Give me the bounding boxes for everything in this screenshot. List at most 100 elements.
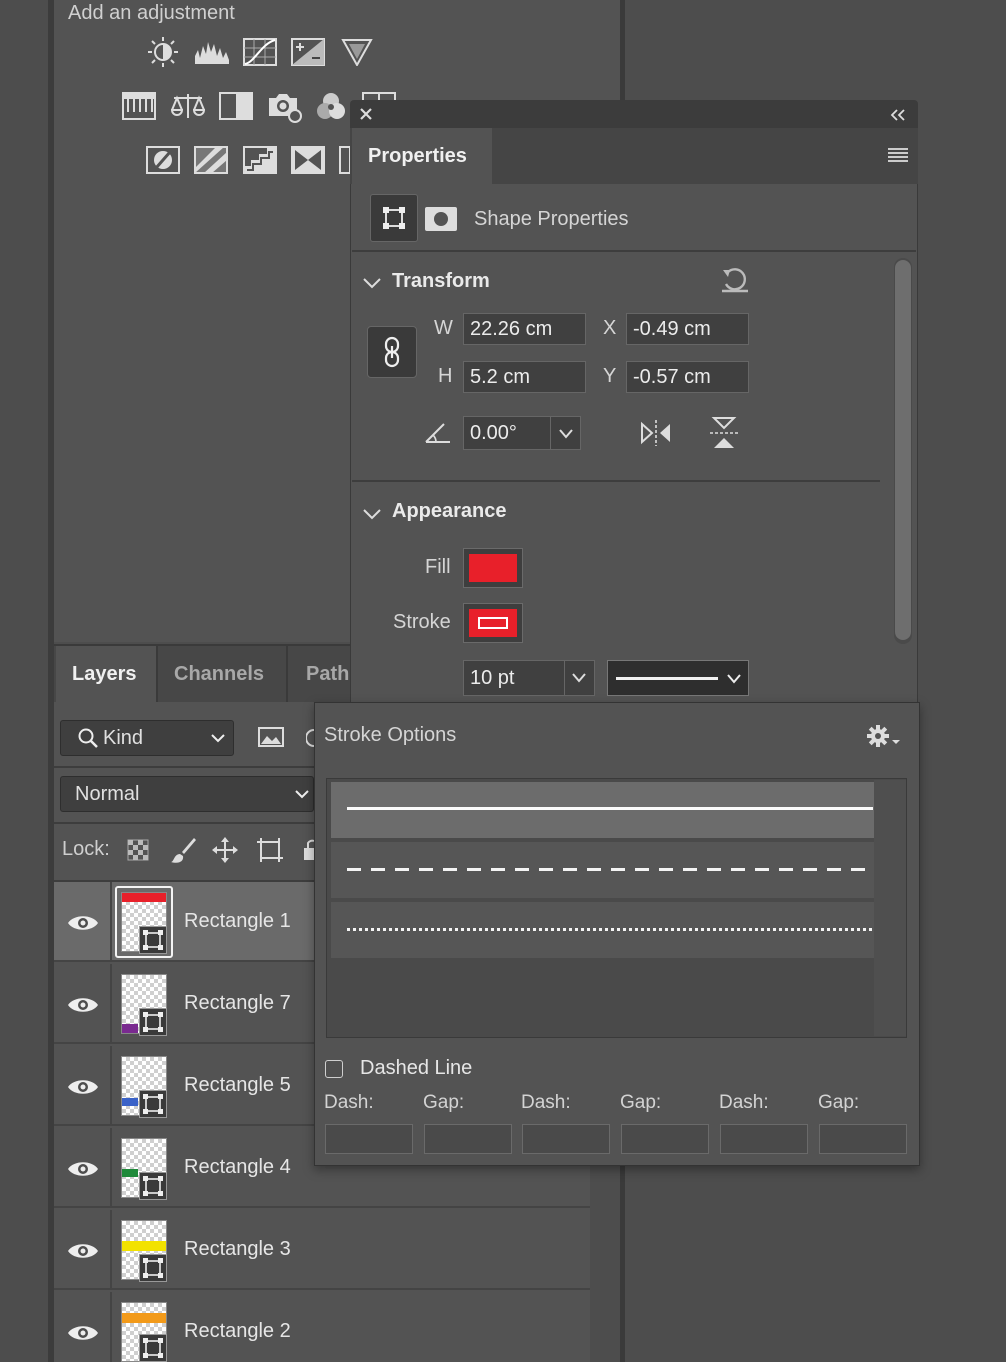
visibility-eye-icon[interactable] — [66, 1322, 100, 1344]
stroke-options-title: Stroke Options — [324, 724, 457, 746]
black-white-icon[interactable] — [219, 92, 253, 122]
layer-name[interactable]: Rectangle 3 — [184, 1238, 291, 1261]
flip-vertical-icon[interactable] — [708, 414, 740, 452]
angle-value: 0.00° — [470, 421, 517, 444]
blend-mode-select[interactable]: Normal — [60, 776, 314, 812]
lock-artboard-icon[interactable] — [255, 836, 285, 864]
shape-layer-icon — [139, 1090, 167, 1118]
shape-color-swatch — [122, 1169, 138, 1177]
shape-color-swatch — [122, 893, 166, 902]
layer-name[interactable]: Rectangle 5 — [184, 1074, 291, 1097]
brightness-contrast-icon[interactable] — [146, 36, 180, 67]
dash-field[interactable] — [325, 1124, 413, 1154]
shape-color-swatch — [122, 1241, 166, 1251]
lock-transparent-icon[interactable] — [127, 839, 149, 861]
divider — [54, 822, 314, 824]
tab-paths[interactable]: Path — [290, 646, 350, 702]
fill-swatch[interactable] — [463, 548, 523, 588]
color-balance-icon[interactable] — [170, 92, 206, 122]
photo-filter-icon[interactable] — [267, 90, 302, 123]
visibility-eye-icon[interactable] — [66, 1240, 100, 1262]
adjustment-filter-icon[interactable] — [306, 728, 314, 748]
collapse-panel-icon[interactable] — [889, 108, 907, 122]
solid-line-preview — [347, 807, 873, 810]
flip-horizontal-icon[interactable] — [638, 418, 674, 448]
vibrance-icon[interactable] — [340, 38, 374, 68]
dash-field[interactable] — [522, 1124, 610, 1154]
link-dimensions-button[interactable] — [367, 326, 417, 378]
lock-position-icon[interactable] — [211, 836, 239, 864]
gap-label: Gap: — [818, 1092, 860, 1113]
y-position-field[interactable]: -0.57 cm — [626, 361, 749, 393]
shape-color-swatch — [122, 1313, 166, 1323]
chevron-down-icon — [726, 673, 742, 685]
tab-properties[interactable]: Properties — [352, 128, 492, 184]
dashed-line-label: Dashed Line — [360, 1057, 473, 1079]
mask-properties-icon[interactable] — [424, 206, 458, 232]
dash-label: Dash: — [719, 1092, 769, 1113]
chevron-down-icon[interactable] — [571, 672, 587, 684]
shape-color-swatch — [122, 1024, 138, 1033]
shape-layer-icon — [139, 926, 167, 954]
appearance-header[interactable]: Appearance — [392, 500, 507, 523]
solid-line-preview — [616, 677, 718, 680]
dashed-line-checkbox[interactable] — [325, 1060, 343, 1078]
divider — [550, 417, 551, 449]
visibility-eye-icon[interactable] — [66, 994, 100, 1016]
panel-menu-icon[interactable] — [887, 146, 909, 164]
dotted-line-preview — [347, 928, 873, 931]
stroke-style-solid[interactable] — [331, 782, 874, 838]
stroke-style-dotted[interactable] — [331, 902, 874, 958]
chevron-down-icon[interactable] — [362, 507, 382, 521]
divider — [352, 480, 880, 482]
transform-header[interactable]: Transform — [392, 270, 490, 293]
shape-layer-icon — [139, 1172, 167, 1200]
layer-name[interactable]: Rectangle 2 — [184, 1320, 291, 1343]
gradient-map-icon[interactable] — [338, 146, 350, 176]
reset-transform-icon[interactable] — [720, 266, 750, 294]
width-field[interactable]: 22.26 cm — [463, 313, 586, 345]
lock-pixels-icon[interactable] — [170, 836, 196, 864]
tab-channels[interactable]: Channels — [158, 646, 286, 702]
threshold-icon[interactable] — [291, 146, 325, 176]
layer-name[interactable]: Rectangle 4 — [184, 1156, 291, 1179]
stroke-type-dropdown[interactable] — [607, 660, 749, 696]
image-filter-icon[interactable] — [258, 726, 284, 748]
height-field[interactable]: 5.2 cm — [463, 361, 586, 393]
stroke-swatch[interactable] — [463, 603, 523, 643]
color-lookup-icon[interactable] — [146, 146, 180, 176]
gap-field[interactable] — [621, 1124, 709, 1154]
dash-field[interactable] — [720, 1124, 808, 1154]
hue-saturation-icon[interactable] — [122, 92, 156, 122]
layer-name[interactable]: Rectangle 1 — [184, 910, 291, 933]
scrollbar-track[interactable] — [874, 780, 906, 1036]
lock-all-icon[interactable] — [303, 838, 314, 862]
layer-name[interactable]: Rectangle 7 — [184, 992, 291, 1015]
gap-field[interactable] — [819, 1124, 907, 1154]
visibility-eye-icon[interactable] — [66, 1076, 100, 1098]
dash-label: Dash: — [521, 1092, 571, 1113]
visibility-eye-icon[interactable] — [66, 1158, 100, 1180]
gap-label: Gap: — [620, 1092, 662, 1113]
filter-kind-select[interactable]: Kind — [60, 720, 234, 756]
chevron-down-icon[interactable] — [362, 276, 382, 290]
exposure-icon[interactable] — [291, 38, 325, 68]
visibility-eye-icon[interactable] — [66, 912, 100, 934]
levels-icon[interactable] — [194, 38, 229, 68]
x-position-field[interactable]: -0.49 cm — [626, 313, 749, 345]
gear-icon[interactable] — [866, 724, 902, 748]
stroke-style-dashed[interactable] — [331, 842, 874, 898]
chevron-down-icon[interactable] — [558, 428, 574, 440]
properties-titlebar[interactable] — [350, 100, 918, 128]
scrollbar-thumb[interactable] — [895, 260, 911, 640]
shape-properties-icon[interactable] — [370, 194, 418, 242]
invert-icon[interactable] — [194, 146, 228, 176]
tab-layers[interactable]: Layers — [56, 646, 156, 702]
channel-mixer-icon[interactable] — [314, 90, 348, 120]
close-icon[interactable] — [358, 106, 374, 122]
gap-label: Gap: — [423, 1092, 465, 1113]
curves-icon[interactable] — [243, 38, 277, 68]
gap-field[interactable] — [424, 1124, 512, 1154]
angle-icon — [424, 420, 452, 446]
posterize-icon[interactable] — [243, 146, 277, 176]
